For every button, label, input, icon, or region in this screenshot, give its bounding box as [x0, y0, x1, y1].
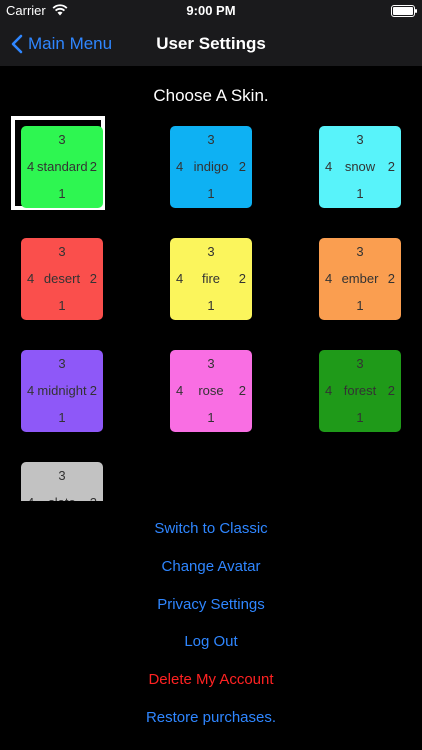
skin-label-bottom: 1: [356, 410, 364, 425]
skin-label-top: 3: [207, 132, 215, 147]
privacy-settings-link[interactable]: Privacy Settings: [0, 596, 422, 613]
skin-label-left: 4: [176, 383, 184, 398]
skin-tile-forest[interactable]: 3 4 forest 2 1: [319, 350, 401, 432]
skin-label-left: 4: [176, 271, 184, 286]
navigation-bar: Main Menu User Settings: [0, 22, 422, 66]
skin-label-right: 2: [89, 159, 97, 174]
skin-label-bottom: 1: [207, 410, 215, 425]
page-title: User Settings: [156, 34, 266, 53]
skin-tile-snow[interactable]: 3 4 snow 2 1: [319, 126, 401, 208]
skin-tile-fire[interactable]: 3 4 fire 2 1: [170, 238, 252, 320]
change-avatar-link[interactable]: Change Avatar: [0, 558, 422, 575]
skin-grid[interactable]: 3 4 standard 2 1 3 4 indigo 2 1 3 4 snow…: [0, 116, 422, 501]
skin-label-bottom: 1: [207, 186, 215, 201]
skin-name: slate: [37, 496, 87, 502]
skin-name: snow: [344, 159, 376, 174]
skin-label-right: 2: [90, 496, 97, 502]
skin-label-top: 3: [207, 244, 215, 259]
skin-label-top: 3: [58, 356, 66, 371]
skin-label-left: 4: [325, 159, 333, 174]
skin-label-bottom: 1: [58, 298, 66, 313]
skin-tile-midnight[interactable]: 3 4 midnight 2 1: [21, 350, 103, 432]
skin-label-left: 4: [176, 159, 184, 174]
skin-label-top: 3: [58, 132, 66, 147]
restore-purchases-link[interactable]: Restore purchases.: [0, 709, 422, 726]
skin-name: ember: [341, 271, 379, 286]
battery-icon: [391, 5, 417, 17]
switch-to-classic-link[interactable]: Switch to Classic: [0, 520, 422, 537]
skin-label-left: 4: [325, 271, 333, 286]
skin-label-bottom: 1: [207, 298, 215, 313]
skin-tile-rose[interactable]: 3 4 rose 2 1: [170, 350, 252, 432]
skin-label-left: 4: [27, 271, 35, 286]
skin-label-right: 2: [238, 383, 246, 398]
skin-tile-indigo[interactable]: 3 4 indigo 2 1: [170, 126, 252, 208]
skin-name: fire: [201, 271, 221, 286]
skin-label-top: 3: [356, 244, 364, 259]
skin-tile-ember[interactable]: 3 4 ember 2 1: [319, 238, 401, 320]
log-out-link[interactable]: Log Out: [0, 633, 422, 650]
skin-name: standard: [37, 159, 88, 174]
skin-label-top: 3: [356, 356, 364, 371]
skin-label-left: 4: [27, 496, 34, 502]
skin-label-left: 4: [27, 159, 35, 174]
skin-name: rose: [198, 383, 224, 398]
skin-label-right: 2: [89, 383, 97, 398]
skin-label-right: 2: [387, 159, 395, 174]
skin-label-bottom: 1: [58, 410, 66, 425]
skin-label-right: 2: [238, 271, 246, 286]
skin-label-top: 3: [356, 132, 364, 147]
skin-tile-slate[interactable]: 3 4 slate 2 1: [21, 462, 103, 501]
skin-section-heading: Choose A Skin.: [153, 86, 269, 105]
skin-name: midnight: [37, 383, 87, 398]
skin-label-bottom: 1: [58, 186, 66, 201]
skin-label-right: 2: [89, 271, 97, 286]
skin-label-right: 2: [238, 159, 246, 174]
skin-tile-standard[interactable]: 3 4 standard 2 1: [21, 126, 103, 208]
skin-tile-desert[interactable]: 3 4 desert 2 1: [21, 238, 103, 320]
skin-label-bottom: 1: [356, 298, 364, 313]
delete-account-link[interactable]: Delete My Account: [0, 671, 422, 688]
skin-label-top: 3: [58, 244, 66, 259]
status-time: 9:00 PM: [186, 3, 236, 18]
skin-label-right: 2: [387, 383, 395, 398]
skin-label-left: 4: [325, 383, 333, 398]
skin-label-top: 3: [207, 356, 215, 371]
skin-label-bottom: 1: [356, 186, 364, 201]
status-bar: Carrier 9:00 PM: [0, 0, 422, 22]
skin-name: desert: [43, 271, 81, 286]
skin-name: indigo: [193, 159, 229, 174]
skin-label-top: 3: [58, 468, 66, 483]
skin-name: forest: [343, 383, 377, 398]
skin-label-right: 2: [387, 271, 395, 286]
